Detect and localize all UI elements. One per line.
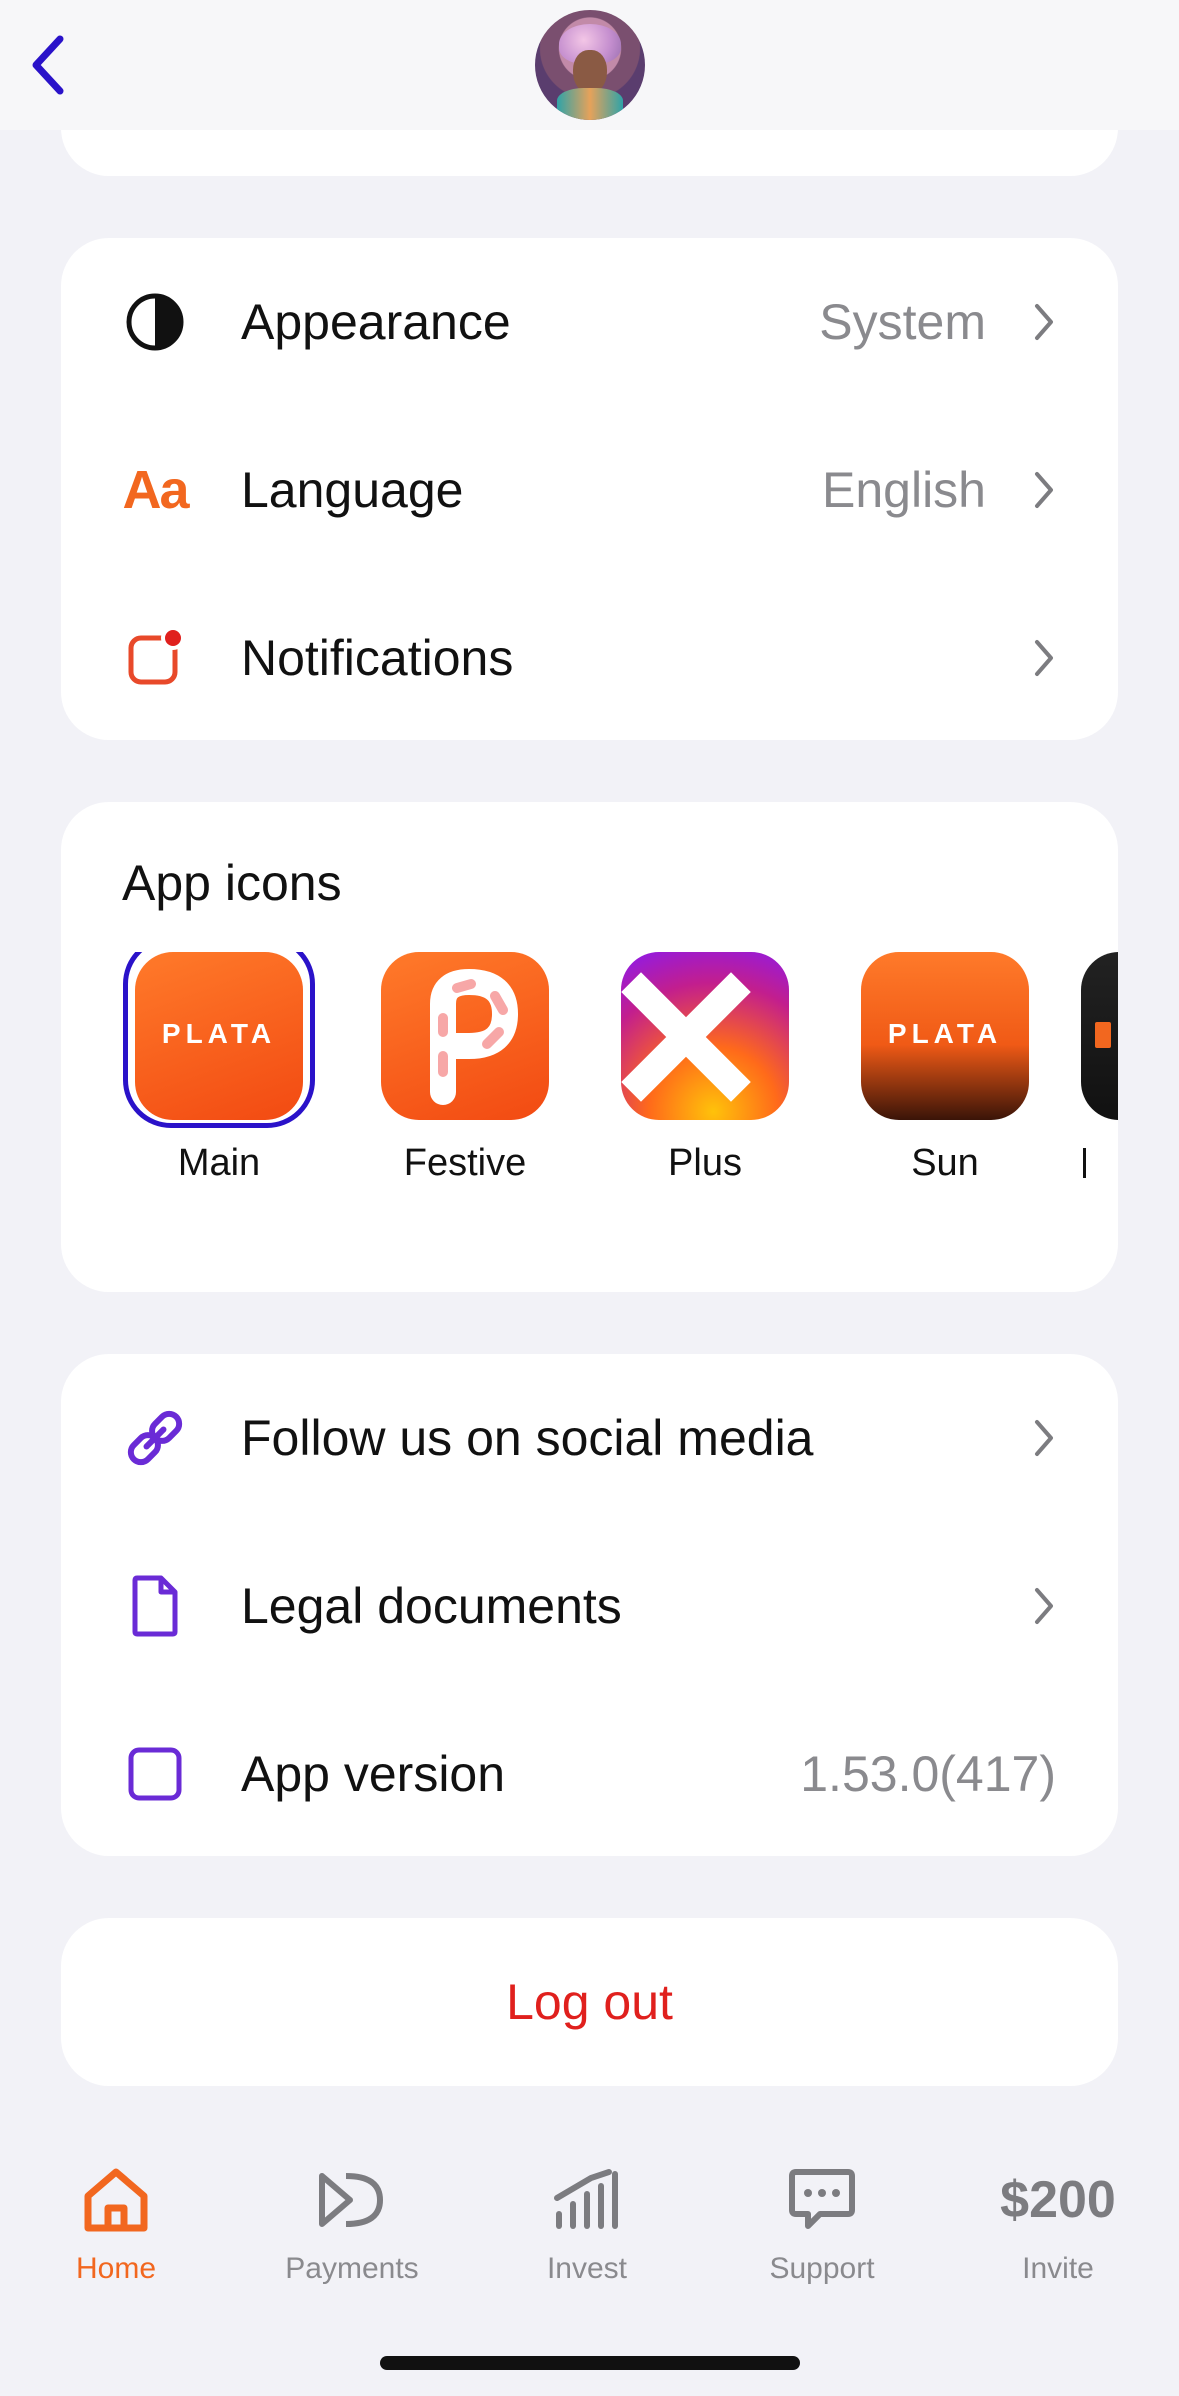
language-row[interactable]: Aa Language English [61, 406, 1118, 574]
app-icon-festive [381, 952, 549, 1120]
tab-label: Invest [546, 2252, 628, 2285]
app-icon-option-plus[interactable]: Plus [601, 952, 811, 1202]
app-icon-plus [621, 952, 789, 1120]
chevron-right-icon [1026, 1414, 1062, 1462]
app-icon-option-sun[interactable]: PLATA Sun [841, 952, 1051, 1202]
x-mark-icon [621, 972, 751, 1102]
tab-label: Invite [1022, 2252, 1094, 2285]
logout-label: Log out [506, 1974, 673, 2030]
language-label: Language [241, 462, 464, 518]
home-indicator [380, 2356, 800, 2370]
app-version-label: App version [241, 1746, 506, 1802]
language-icon: Aa [122, 460, 189, 520]
tab-label: Support [769, 2252, 875, 2285]
contrast-icon [123, 290, 187, 354]
chat-bubble-icon [782, 2160, 862, 2240]
tab-label: Home [75, 2252, 157, 2285]
document-icon [123, 1574, 187, 1638]
tab-label: Payments [285, 2252, 419, 2285]
app-icon-label: Main [177, 1142, 261, 1184]
chevron-left-icon [32, 35, 64, 95]
app-icon-label: Sun [911, 1142, 979, 1184]
app-icons-card: App icons PLATA Main Festive Plus PLATA … [61, 802, 1118, 1292]
logout-button[interactable]: Log out [61, 1918, 1118, 2086]
app-icon-option-festive[interactable]: Festive [361, 952, 571, 1202]
growth-chart-icon [547, 2160, 627, 2240]
social-media-row[interactable]: Follow us on social media [61, 1354, 1118, 1522]
tab-support[interactable]: Support [722, 2160, 922, 2310]
home-icon [76, 2160, 156, 2240]
back-button[interactable] [18, 30, 78, 100]
legal-documents-row[interactable]: Legal documents [61, 1522, 1118, 1690]
tab-invest[interactable]: Invest [487, 2160, 687, 2310]
top-bar [0, 0, 1179, 130]
appearance-label: Appearance [241, 294, 511, 350]
notifications-label: Notifications [241, 630, 514, 686]
appearance-value: System [819, 294, 986, 350]
app-icon-sun: PLATA [861, 952, 1029, 1120]
app-version-value: 1.53.0(417) [800, 1746, 1056, 1802]
chevron-right-icon [1026, 466, 1062, 514]
profile-avatar[interactable] [535, 10, 645, 120]
notification-badge-icon [123, 626, 187, 690]
tab-payments[interactable]: Payments [252, 2160, 452, 2310]
notifications-row[interactable]: Notifications [61, 574, 1118, 742]
chevron-right-icon [1026, 634, 1062, 682]
settings-card: Appearance System Aa Language English No… [61, 238, 1118, 740]
tab-invite[interactable]: $200 Invite [958, 2160, 1158, 2310]
language-value: English [822, 462, 986, 518]
app-icon-label: Festive [403, 1142, 527, 1184]
legal-documents-label: Legal documents [241, 1578, 622, 1634]
app-icon-main: PLATA [135, 952, 303, 1120]
link-icon [123, 1406, 187, 1470]
chevron-right-icon [1026, 298, 1062, 346]
info-card: Follow us on social media Legal document… [61, 1354, 1118, 1856]
app-icons-title: App icons [122, 855, 342, 911]
app-icon-label: Plus [668, 1142, 742, 1184]
social-media-label: Follow us on social media [241, 1410, 814, 1466]
appearance-row[interactable]: Appearance System [61, 238, 1118, 406]
tab-home[interactable]: Home [16, 2160, 216, 2310]
square-icon [123, 1742, 187, 1806]
app-icons-carousel[interactable]: PLATA Main Festive Plus PLATA Sun [61, 952, 1118, 1202]
chevron-right-icon [1026, 1582, 1062, 1630]
invite-amount: $200 [1000, 2171, 1116, 2229]
app-icon-option-main[interactable]: PLATA Main [121, 952, 331, 1202]
app-icon-option-next[interactable] [1081, 952, 1118, 1202]
app-icon-dark [1081, 952, 1118, 1120]
candy-cane-p-icon [430, 968, 519, 1105]
fast-forward-icon [312, 2160, 392, 2240]
app-version-row: App version 1.53.0(417) [61, 1690, 1118, 1858]
